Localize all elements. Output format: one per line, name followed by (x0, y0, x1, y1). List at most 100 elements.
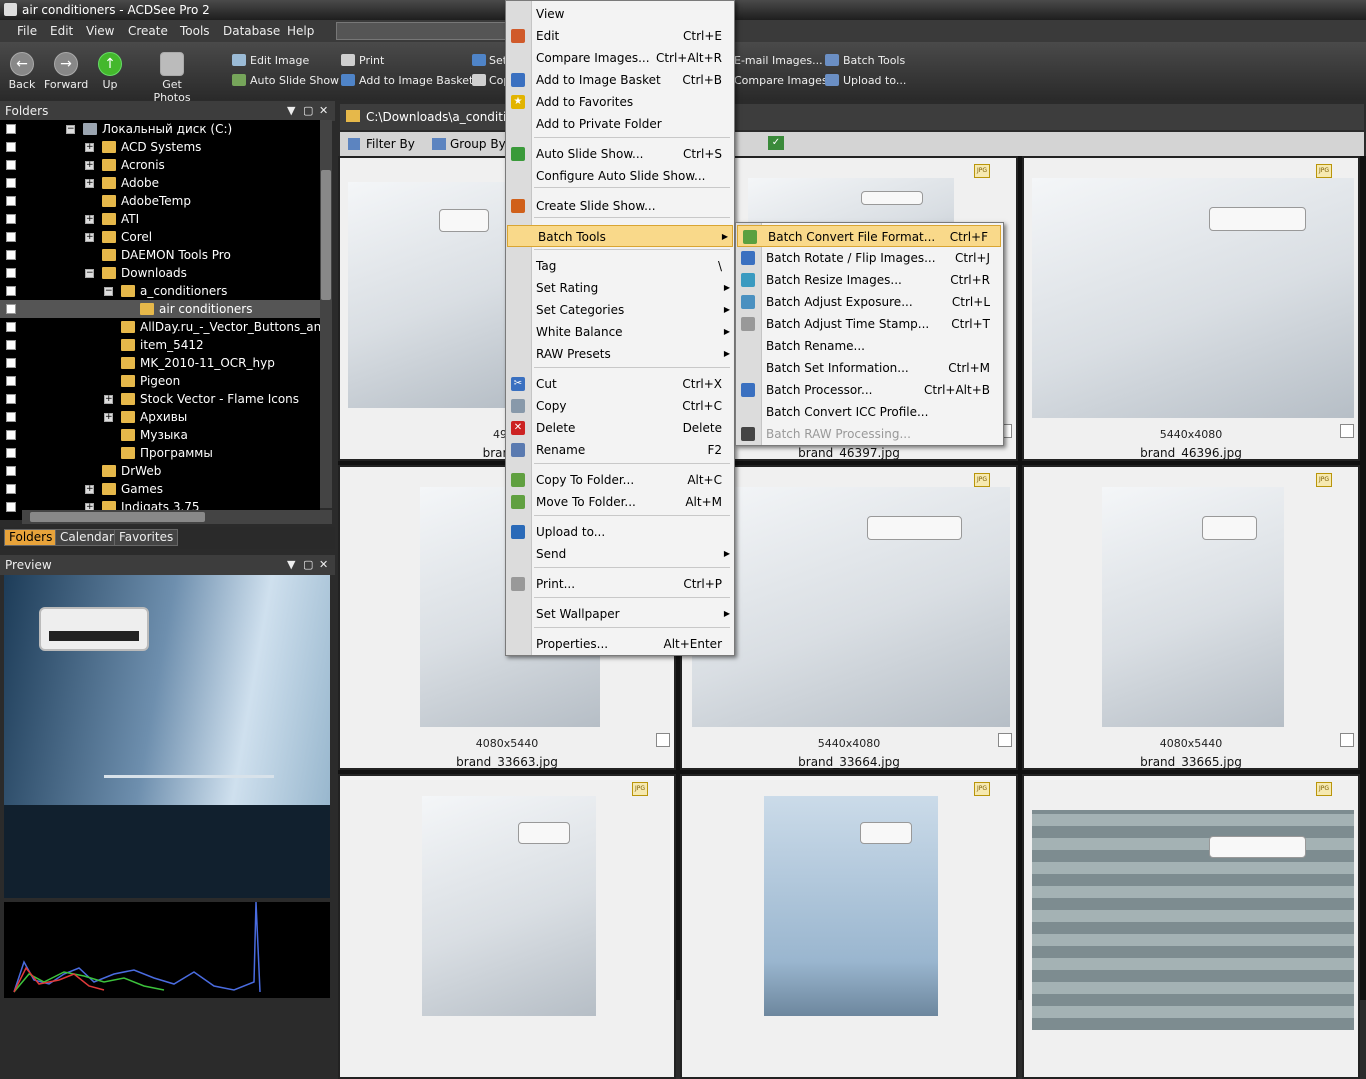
tree-item[interactable]: MK_2010-11_OCR_hyp (0, 354, 320, 372)
menu-item-auto-slide-show[interactable]: Auto Slide Show... Ctrl+S (506, 143, 734, 165)
menu-item-white-balance[interactable]: White Balance ▶ (506, 321, 734, 343)
expand-toggle-icon[interactable]: − (66, 125, 75, 134)
menu-item-cut[interactable]: ✂ Cut Ctrl+X (506, 373, 734, 395)
tree-checkbox[interactable] (6, 304, 16, 314)
tree-item[interactable]: − Локальный диск (C:) (0, 120, 320, 138)
menu-item-create-slide-show[interactable]: Create Slide Show... (506, 195, 734, 217)
filter-by-button[interactable]: Filter By (366, 132, 415, 156)
get-photos-button[interactable]: Get Photos (142, 48, 202, 104)
tree-checkbox[interactable] (6, 358, 16, 368)
menu-item-copy[interactable]: Copy Ctrl+C (506, 395, 734, 417)
submenu-item-batch-convert-icc-profile[interactable]: Batch Convert ICC Profile... (736, 401, 1002, 423)
expand-toggle-icon[interactable]: + (85, 485, 94, 494)
checkmark-icon[interactable]: ✓ (768, 136, 784, 150)
tree-checkbox[interactable] (6, 394, 16, 404)
tree-item[interactable]: item_5412 (0, 336, 320, 354)
menu-item-set-categories[interactable]: Set Categories ▶ (506, 299, 734, 321)
menu-item-configure-auto-slide-show[interactable]: Configure Auto Slide Show... (506, 165, 734, 187)
thumbnail-checkbox[interactable] (656, 733, 670, 747)
add-to-basket-button[interactable]: Add to Image Basket (359, 74, 473, 87)
expand-toggle-icon[interactable]: − (104, 287, 113, 296)
menu-item-tag[interactable]: Tag \ (506, 255, 734, 277)
menu-item-print[interactable]: Print... Ctrl+P (506, 573, 734, 595)
submenu-item-batch-raw-processing[interactable]: Batch RAW Processing... (736, 423, 1002, 445)
tree-item[interactable]: DAEMON Tools Pro (0, 246, 320, 264)
email-images-button[interactable]: E-mail Images... (734, 54, 823, 67)
menu-item-delete[interactable]: ✕ Delete Delete (506, 417, 734, 439)
menu-tools[interactable]: Tools (180, 24, 210, 38)
panel-menu-icon[interactable]: ▼ (287, 101, 295, 121)
menu-item-copy-to-folder[interactable]: Copy To Folder... Alt+C (506, 469, 734, 491)
tree-checkbox[interactable] (6, 214, 16, 224)
scroll-thumb[interactable] (30, 512, 205, 522)
folder-tree-vscroll[interactable] (320, 120, 332, 508)
menu-item-add-to-private-folder[interactable]: Add to Private Folder (506, 113, 734, 135)
submenu-item-batch-rotate-flip-images[interactable]: Batch Rotate / Flip Images... Ctrl+J (736, 247, 1002, 269)
tree-checkbox[interactable] (6, 340, 16, 350)
menu-file[interactable]: File (17, 24, 37, 38)
thumbnail-item[interactable]: JPG (338, 774, 676, 1079)
menu-help[interactable]: Help (287, 24, 314, 38)
folder-tree[interactable]: − Локальный диск (C:) + ACD Systems + Acronis… (0, 120, 320, 520)
menu-item-raw-presets[interactable]: RAW Presets ▶ (506, 343, 734, 365)
expand-toggle-icon[interactable]: + (85, 161, 94, 170)
tree-checkbox[interactable] (6, 160, 16, 170)
tree-checkbox[interactable] (6, 484, 16, 494)
submenu-item-batch-adjust-exposure[interactable]: Batch Adjust Exposure... Ctrl+L (736, 291, 1002, 313)
scroll-thumb[interactable] (321, 170, 331, 300)
tree-checkbox[interactable] (6, 322, 16, 332)
tree-checkbox[interactable] (6, 466, 16, 476)
menu-item-add-to-image-basket[interactable]: Add to Image Basket Ctrl+B (506, 69, 734, 91)
pin-icon[interactable]: ▢ (303, 101, 313, 121)
thumbnail-item[interactable]: JPG (1022, 774, 1360, 1079)
tree-item[interactable]: + Acronis (0, 156, 320, 174)
expand-toggle-icon[interactable]: + (85, 215, 94, 224)
tree-checkbox[interactable] (6, 142, 16, 152)
tree-checkbox[interactable] (6, 232, 16, 242)
tree-item[interactable]: + Stock Vector - Flame Icons (0, 390, 320, 408)
upload-to-button[interactable]: Upload to... (843, 74, 906, 87)
expand-toggle-icon[interactable]: + (104, 413, 113, 422)
submenu-item-batch-resize-images[interactable]: Batch Resize Images... Ctrl+R (736, 269, 1002, 291)
menu-item-compare-images[interactable]: Compare Images... Ctrl+Alt+R (506, 47, 734, 69)
tree-item[interactable]: + ATI (0, 210, 320, 228)
tree-item[interactable]: Программы (0, 444, 320, 462)
thumbnail-item[interactable]: JPG (680, 774, 1018, 1079)
tree-checkbox[interactable] (6, 196, 16, 206)
tree-item[interactable]: AdobeTemp (0, 192, 320, 210)
tree-item[interactable]: + ACD Systems (0, 138, 320, 156)
menu-item-move-to-folder[interactable]: Move To Folder... Alt+M (506, 491, 734, 513)
tree-item[interactable]: + Архивы (0, 408, 320, 426)
menu-item-send[interactable]: Send ▶ (506, 543, 734, 565)
submenu-item-batch-processor[interactable]: Batch Processor... Ctrl+Alt+B (736, 379, 1002, 401)
close-icon[interactable]: ✕ (319, 555, 328, 575)
expand-toggle-icon[interactable]: + (85, 233, 94, 242)
tree-item[interactable]: Музыка (0, 426, 320, 444)
up-button[interactable]: ↑ Up (88, 48, 132, 91)
tree-checkbox[interactable] (6, 124, 16, 134)
thumbnail-checkbox[interactable] (998, 733, 1012, 747)
expand-toggle-icon[interactable]: − (85, 269, 94, 278)
panel-menu-icon[interactable]: ▼ (287, 555, 295, 575)
tab-calendar[interactable]: Calendar (55, 529, 119, 546)
submenu-item-batch-convert-file-format[interactable]: Batch Convert File Format... Ctrl+F (737, 225, 1001, 247)
tree-checkbox[interactable] (6, 286, 16, 296)
submenu-item-batch-rename[interactable]: Batch Rename... (736, 335, 1002, 357)
tree-checkbox[interactable] (6, 250, 16, 260)
tree-checkbox[interactable] (6, 448, 16, 458)
thumbnail-item[interactable]: JPG 4080x5440 brand_33665.jpg (1022, 465, 1360, 770)
menu-create[interactable]: Create (128, 24, 168, 38)
thumbnail-checkbox[interactable] (1340, 733, 1354, 747)
menu-item-upload-to[interactable]: Upload to... (506, 521, 734, 543)
tree-item[interactable]: DrWeb (0, 462, 320, 480)
menu-item-set-wallpaper[interactable]: Set Wallpaper ▶ (506, 603, 734, 625)
address-bar[interactable]: C:\Downloads\a_conditioners\air conditio… (340, 104, 1364, 130)
tree-item[interactable]: AllDay.ru_-_Vector_Buttons_and_ (0, 318, 320, 336)
auto-slide-show-button[interactable]: Auto Slide Show (250, 74, 339, 87)
tree-item[interactable]: air conditioners (0, 300, 320, 318)
menu-database[interactable]: Database (223, 24, 280, 38)
expand-toggle-icon[interactable]: + (85, 143, 94, 152)
group-by-button[interactable]: Group By (450, 132, 506, 156)
compare-images-button[interactable]: Compare Images (734, 74, 828, 87)
expand-toggle-icon[interactable]: + (85, 179, 94, 188)
